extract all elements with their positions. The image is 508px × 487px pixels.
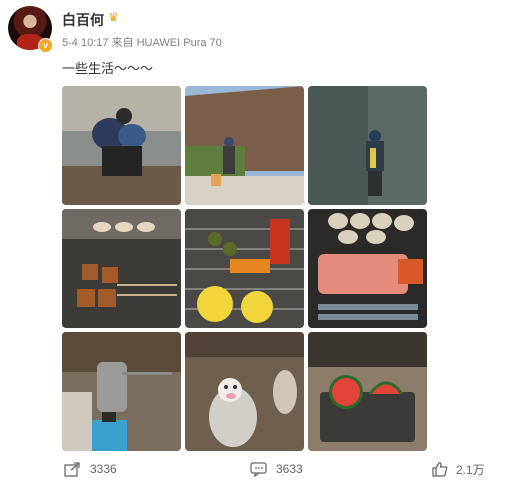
photo-5[interactable] — [185, 209, 304, 328]
share-count: 3336 — [90, 462, 117, 476]
photo-4[interactable] — [62, 209, 181, 328]
photo-3[interactable] — [308, 86, 427, 205]
action-bar: 3336 3633 2.1万 — [0, 452, 508, 487]
photo-9[interactable] — [308, 332, 427, 451]
share-icon — [64, 462, 80, 477]
weibo-post: v 白百何 ♛ 5-4 10:17 来自 HUAWEI Pura 70 一些生活… — [0, 0, 508, 487]
post-text: 一些生活～～～ — [62, 61, 154, 76]
thumbs-up-icon — [432, 462, 448, 477]
like-count: 2.1万 — [456, 462, 485, 477]
photo-1[interactable] — [62, 86, 181, 205]
comment-button[interactable]: 3633 — [250, 458, 303, 480]
post-meta: 5-4 10:17 来自 HUAWEI Pura 70 — [62, 34, 222, 50]
share-button[interactable]: 3336 — [64, 458, 117, 480]
comment-icon — [250, 462, 267, 477]
crown-icon[interactable]: ♛ — [108, 10, 119, 24]
post-source: 来自 HUAWEI Pura 70 — [111, 37, 222, 49]
like-button[interactable]: 2.1万 — [432, 458, 485, 480]
username[interactable]: 白百何 — [62, 10, 104, 30]
photo-grid — [62, 86, 428, 452]
photo-8[interactable] — [185, 332, 304, 451]
post-time[interactable]: 5-4 10:17 — [62, 37, 108, 49]
photo-2[interactable] — [185, 86, 304, 205]
verified-badge-icon: v — [38, 38, 53, 53]
comment-count: 3633 — [276, 462, 303, 476]
photo-7[interactable] — [62, 332, 181, 451]
photo-6[interactable] — [308, 209, 427, 328]
